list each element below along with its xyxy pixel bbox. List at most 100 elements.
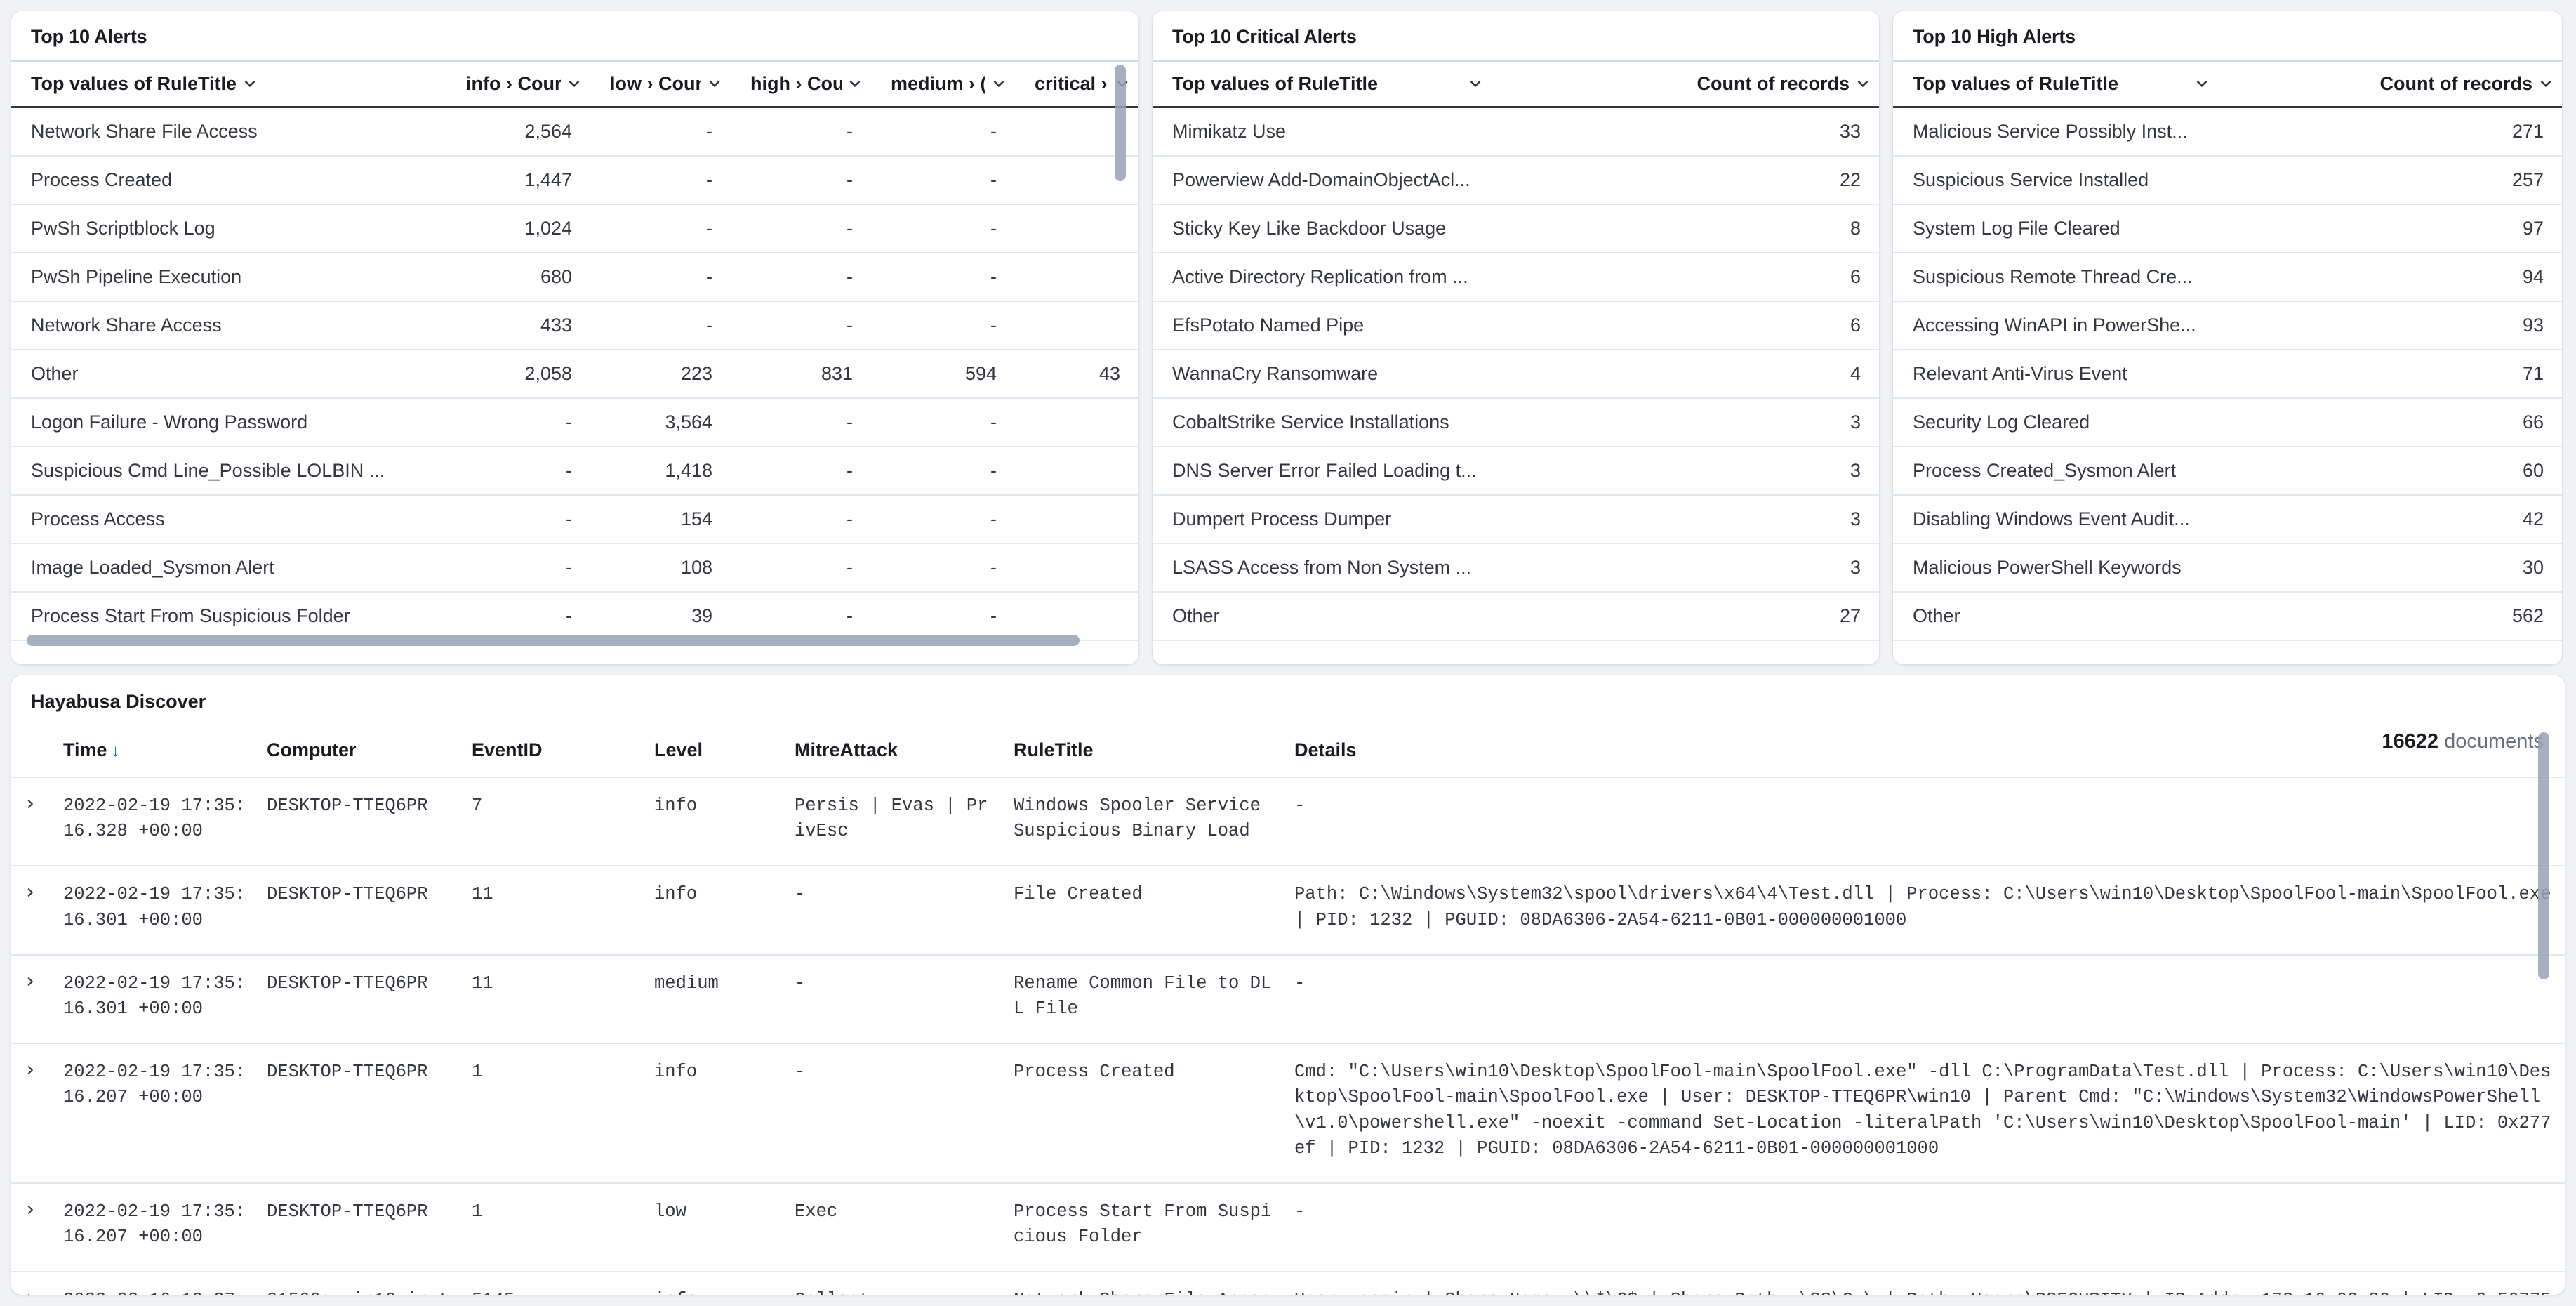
critical-col-ruletitle[interactable]: Top values of RuleTitle xyxy=(1153,60,1567,108)
chevron-down-icon[interactable] xyxy=(1854,74,1872,93)
high-cell-ruletitle: Process Created_Sysmon Alert xyxy=(1893,446,2258,496)
critical-cell-ruletitle: LSASS Access from Non System ... xyxy=(1153,543,1567,593)
critical-cell-count: 33 xyxy=(1567,107,1879,157)
table-row[interactable]: 2022-02-19 17:35:16.207 +00:00 DESKTOP-TT… xyxy=(11,1182,2565,1272)
discover-cell-mitreattack: - xyxy=(786,865,1005,955)
alerts-cell-info: - xyxy=(446,446,590,496)
chevron-right-icon[interactable] xyxy=(20,1199,41,1220)
chevron-down-icon[interactable] xyxy=(990,74,1008,93)
chevron-right-icon[interactable] xyxy=(20,1288,41,1295)
chevron-down-icon[interactable] xyxy=(1466,74,1485,93)
discover-col-level[interactable]: Level xyxy=(646,732,786,777)
high-col-count[interactable]: Count of records xyxy=(2258,60,2562,108)
panel-top-10-critical-alerts: Top 10 Critical Alerts Top values of Rul… xyxy=(1153,11,1879,664)
expand-row-cell[interactable] xyxy=(11,865,55,955)
alerts-cell-high: - xyxy=(731,397,871,447)
table-row[interactable]: Process Created_Sysmon Alert 60 xyxy=(1893,446,2562,496)
discover-title: Hayabusa Discover xyxy=(31,691,206,712)
table-row[interactable]: Active Directory Replication from ... 6 xyxy=(1153,252,1879,302)
discover-col-mitreattack[interactable]: MitreAttack xyxy=(786,732,1005,777)
critical-cell-count: 4 xyxy=(1567,349,1879,399)
table-row[interactable]: Accessing WinAPI in PowerShe... 93 xyxy=(1893,301,2562,350)
table-row[interactable]: System Log File Cleared 97 xyxy=(1893,204,2562,253)
table-row[interactable]: Dumpert Process Dumper 3 xyxy=(1153,494,1879,544)
discover-vertical-scrollbar[interactable] xyxy=(2538,732,2549,980)
table-row[interactable]: LSASS Access from Non System ... 3 xyxy=(1153,543,1879,593)
table-row[interactable]: EfsPotato Named Pipe 6 xyxy=(1153,301,1879,350)
discover-col-computer[interactable]: Computer xyxy=(258,732,463,777)
chevron-down-icon[interactable] xyxy=(705,74,724,93)
chevron-down-icon[interactable] xyxy=(2537,74,2555,93)
table-row[interactable]: Network Share Access 433- - - xyxy=(11,301,1138,350)
chevron-right-icon[interactable] xyxy=(20,882,41,903)
discover-cell-details: - xyxy=(1286,954,2565,1044)
table-row[interactable]: Malicious PowerShell Keywords 30 xyxy=(1893,543,2562,593)
chevron-down-icon[interactable] xyxy=(846,74,864,93)
alerts-horizontal-scrollbar[interactable] xyxy=(27,635,1080,646)
alerts-col-high[interactable]: high › Cou xyxy=(731,60,871,108)
chevron-right-icon[interactable] xyxy=(20,971,41,992)
chevron-down-icon[interactable] xyxy=(2193,74,2211,93)
high-col-ruletitle[interactable]: Top values of RuleTitle xyxy=(1893,60,2258,108)
table-row[interactable]: 2022-02-19 17:35:16.301 +00:00 DESKTOP-TT… xyxy=(11,954,2565,1044)
critical-cell-count: 3 xyxy=(1567,446,1879,496)
table-row[interactable]: Disabling Windows Event Audit... 42 xyxy=(1893,494,2562,544)
chevron-down-icon[interactable] xyxy=(241,74,259,93)
alerts-cell-high: 831 xyxy=(731,349,871,399)
table-row[interactable]: Other 2,058 223 831 594 43 xyxy=(11,349,1138,399)
discover-cell-ruletitle: Windows Spooler Service Suspicious Binar… xyxy=(1005,776,1286,866)
table-row[interactable]: Process Access -154- - xyxy=(11,494,1138,544)
table-row[interactable]: Process Start From Suspicious Folder -39-… xyxy=(11,591,1138,641)
table-row[interactable]: DNS Server Error Failed Loading t... 3 xyxy=(1153,446,1879,496)
discover-col-time[interactable]: Time ↓ xyxy=(55,732,258,777)
discover-col-eventid[interactable]: EventID xyxy=(463,732,646,777)
alerts-col-medium[interactable]: medium › ( xyxy=(871,60,1015,108)
table-row[interactable]: 2022-02-19 17:35:16.328 +00:00 DESKTOP-TT… xyxy=(11,776,2565,866)
discover-cell-eventid: 5145 xyxy=(463,1271,646,1295)
table-row[interactable]: PwSh Scriptblock Log 1,024- - - xyxy=(11,204,1138,253)
critical-col-count[interactable]: Count of records xyxy=(1567,60,1879,108)
table-row[interactable]: Relevant Anti-Virus Event 71 xyxy=(1893,349,2562,399)
table-row[interactable]: Logon Failure - Wrong Password -3,564- - xyxy=(11,397,1138,447)
table-row[interactable]: Powerview Add-DomainObjectAcl... 22 xyxy=(1153,155,1879,205)
alerts-col-info[interactable]: info › Cour xyxy=(446,60,590,108)
discover-cell-level: info xyxy=(646,1271,786,1295)
table-row[interactable]: 2022-02-19 17:35:16.207 +00:00 DESKTOP-TT… xyxy=(11,1043,2565,1184)
table-row[interactable]: CobaltStrike Service Installations 3 xyxy=(1153,397,1879,447)
table-row[interactable]: WannaCry Ransomware 4 xyxy=(1153,349,1879,399)
table-row[interactable]: Sticky Key Like Backdoor Usage 8 xyxy=(1153,204,1879,253)
table-row[interactable]: Process Created 1,447- - - xyxy=(11,155,1138,205)
discover-col-details[interactable]: Details xyxy=(1286,732,2565,777)
table-row[interactable]: Security Log Cleared 66 xyxy=(1893,397,2562,447)
table-row[interactable]: Suspicious Cmd Line_Possible LOLBIN ... -… xyxy=(11,446,1138,496)
alerts-col-low[interactable]: low › Coun xyxy=(590,60,731,108)
alerts-col-ruletitle[interactable]: Top values of RuleTitle xyxy=(11,60,446,108)
expand-row-cell[interactable] xyxy=(11,1182,55,1272)
discover-table: Time ↓ Computer EventID Level MitreAttack… xyxy=(11,732,2565,1295)
chevron-right-icon[interactable] xyxy=(20,793,41,814)
table-row[interactable]: Image Loaded_Sysmon Alert -108- - xyxy=(11,543,1138,593)
discover-col-ruletitle[interactable]: RuleTitle xyxy=(1005,732,1286,777)
discover-table-scroll-area[interactable]: Time ↓ Computer EventID Level MitreAttack… xyxy=(11,732,2565,1295)
chevron-right-icon[interactable] xyxy=(20,1060,41,1081)
table-row[interactable]: Malicious Service Possibly Inst... 271 xyxy=(1893,107,2562,157)
table-row[interactable]: PwSh Pipeline Execution 680- - - xyxy=(11,252,1138,302)
table-row[interactable]: Mimikatz Use 33 xyxy=(1153,107,1879,157)
table-row[interactable]: Network Share File Access 2,564- - - xyxy=(11,107,1138,157)
alerts-vertical-scrollbar[interactable] xyxy=(1115,64,1126,181)
table-row[interactable]: Suspicious Remote Thread Cre... 94 xyxy=(1893,252,2562,302)
expand-row-cell[interactable] xyxy=(11,776,55,866)
sort-desc-icon[interactable]: ↓ xyxy=(112,741,120,761)
alerts-table-scroll-area[interactable]: Top values of RuleTitle info › Cour low … xyxy=(11,60,1138,664)
discover-cell-level: medium xyxy=(646,954,786,1044)
table-row[interactable]: Suspicious Service Installed 257 xyxy=(1893,155,2562,205)
chevron-down-icon[interactable] xyxy=(565,74,583,93)
table-row[interactable]: 2022-02-19 17:35:16.301 +00:00 DESKTOP-TT… xyxy=(11,865,2565,955)
expand-row-cell[interactable] xyxy=(11,1043,55,1184)
expand-row-cell[interactable] xyxy=(11,1271,55,1295)
table-row[interactable]: Other 27 xyxy=(1153,591,1879,641)
table-row[interactable]: 2022-02-16 10:37:20.934 +00:0001566s-win… xyxy=(11,1271,2565,1295)
table-row[interactable]: Other 562 xyxy=(1893,591,2562,641)
expand-row-cell[interactable] xyxy=(11,954,55,1044)
alerts-cell-info: - xyxy=(446,397,590,447)
